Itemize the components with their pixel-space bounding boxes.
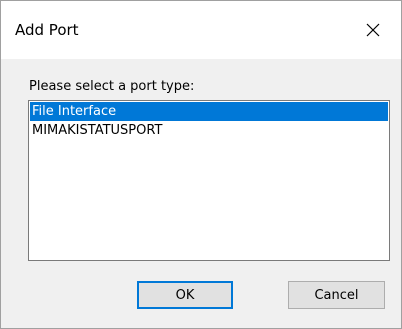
close-button[interactable]: [347, 9, 399, 51]
port-type-prompt: Please select a port type:: [29, 79, 195, 94]
port-type-listbox[interactable]: File Interface MIMAKISTATUSPORT: [28, 100, 390, 261]
title-bar: Add Port: [1, 1, 401, 59]
close-icon: [366, 23, 380, 37]
add-port-dialog: Add Port Please select a port type: File…: [0, 0, 402, 329]
list-item-file-interface[interactable]: File Interface: [30, 102, 388, 121]
ok-button[interactable]: OK: [137, 281, 233, 309]
list-item-mimakistatusport[interactable]: MIMAKISTATUSPORT: [30, 121, 388, 140]
dialog-title: Add Port: [15, 21, 79, 39]
cancel-button[interactable]: Cancel: [288, 281, 385, 309]
